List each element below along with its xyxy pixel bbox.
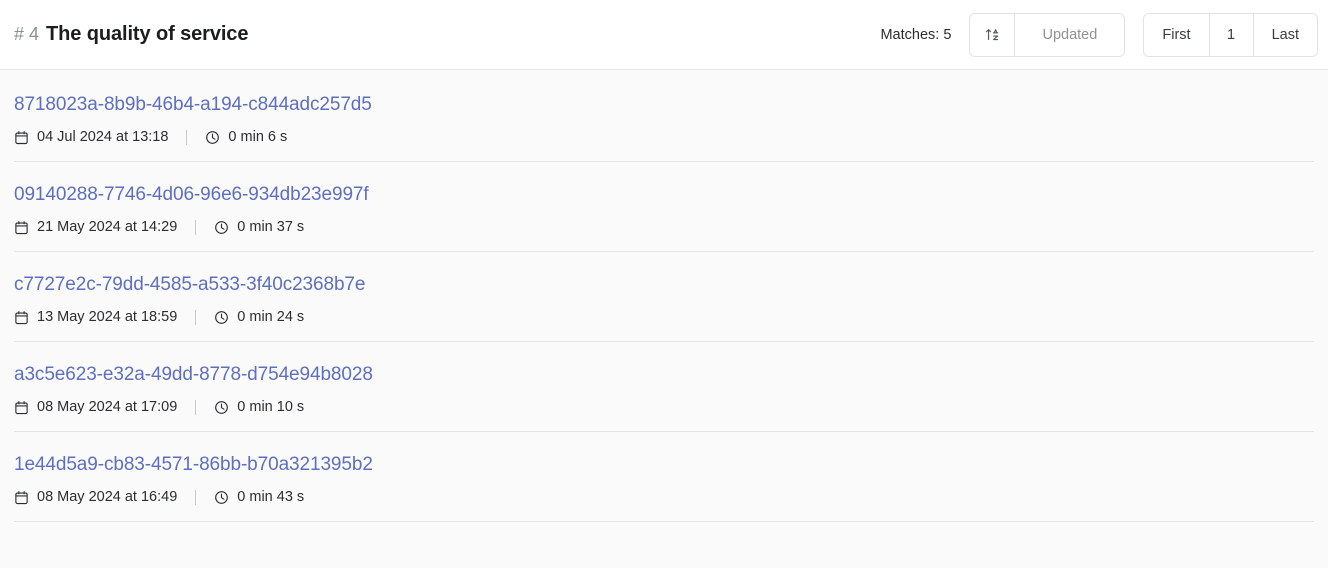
result-id-link[interactable]: 09140288-7746-4d06-96e6-934db23e997f [14, 184, 369, 206]
result-row: 09140288-7746-4d06-96e6-934db23e997f 21 … [14, 162, 1314, 252]
pagination-last-button[interactable]: Last [1252, 13, 1317, 56]
pagination-first-button[interactable]: First [1144, 13, 1209, 56]
result-duration: 0 min 24 s [214, 309, 304, 325]
result-duration: 0 min 43 s [214, 489, 304, 505]
clock-icon [214, 400, 229, 415]
clock-icon [214, 220, 229, 235]
result-date-text: 13 May 2024 at 18:59 [37, 309, 178, 325]
result-date-text: 08 May 2024 at 17:09 [37, 399, 178, 415]
result-row: c7727e2c-79dd-4585-a533-3f40c2368b7e 13 … [14, 252, 1314, 342]
result-duration-text: 0 min 6 s [228, 129, 288, 145]
meta-separator [195, 489, 197, 505]
result-duration: 0 min 37 s [214, 219, 304, 235]
result-date-text: 04 Jul 2024 at 13:18 [37, 129, 169, 145]
result-duration-text: 0 min 10 s [237, 399, 305, 415]
calendar-icon [14, 490, 29, 505]
result-id-link[interactable]: c7727e2c-79dd-4585-a533-3f40c2368b7e [14, 274, 365, 296]
result-date-text: 08 May 2024 at 16:49 [37, 489, 178, 505]
sort-direction-button[interactable] [970, 13, 1015, 56]
result-date-text: 21 May 2024 at 14:29 [37, 219, 178, 235]
meta-separator [186, 129, 188, 145]
result-duration-text: 0 min 43 s [237, 489, 305, 505]
result-date: 08 May 2024 at 16:49 [14, 489, 177, 505]
result-date: 08 May 2024 at 17:09 [14, 399, 177, 415]
matches-count: Matches: 5 [880, 26, 952, 43]
result-date: 04 Jul 2024 at 13:18 [14, 129, 168, 145]
page-title-text: The quality of service [46, 23, 249, 45]
results-header-bar: # 4 The quality of service Matches: 5 Up… [0, 0, 1328, 70]
page-title-number: # 4 [14, 24, 40, 44]
meta-separator [195, 309, 197, 325]
results-list: 8718023a-8b9b-46b4-a194-c844adc257d5 04 … [0, 70, 1328, 522]
result-row: 1e44d5a9-cb83-4571-86bb-b70a321395b2 08 … [14, 432, 1314, 522]
result-id-link[interactable]: 1e44d5a9-cb83-4571-86bb-b70a321395b2 [14, 454, 373, 476]
sort-ascending-icon [985, 27, 1000, 42]
result-date: 13 May 2024 at 18:59 [14, 309, 177, 325]
result-meta: 08 May 2024 at 16:49 0 min 43 s [14, 489, 1314, 505]
page-title: # 4 The quality of service [14, 23, 880, 46]
clock-icon [205, 130, 220, 145]
meta-separator [195, 399, 197, 415]
sort-control-group: Updated [969, 12, 1126, 57]
calendar-icon [14, 130, 29, 145]
result-duration: 0 min 6 s [205, 129, 287, 145]
calendar-icon [14, 400, 29, 415]
result-meta: 13 May 2024 at 18:59 0 min 24 s [14, 309, 1314, 325]
result-duration: 0 min 10 s [214, 399, 304, 415]
meta-separator [195, 219, 197, 235]
result-date: 21 May 2024 at 14:29 [14, 219, 177, 235]
header-controls: Matches: 5 Updated First 1 Last [880, 12, 1318, 57]
result-meta: 08 May 2024 at 17:09 0 min 10 s [14, 399, 1314, 415]
clock-icon [214, 490, 229, 505]
pagination-group: First 1 Last [1143, 12, 1318, 57]
result-row: a3c5e623-e32a-49dd-8778-d754e94b8028 08 … [14, 342, 1314, 432]
result-meta: 04 Jul 2024 at 13:18 0 min 6 s [14, 129, 1314, 145]
result-meta: 21 May 2024 at 14:29 0 min 37 s [14, 219, 1314, 235]
result-id-link[interactable]: a3c5e623-e32a-49dd-8778-d754e94b8028 [14, 364, 373, 386]
result-duration-text: 0 min 24 s [237, 309, 305, 325]
sort-field-button[interactable]: Updated [1014, 13, 1125, 56]
result-row: 8718023a-8b9b-46b4-a194-c844adc257d5 04 … [14, 70, 1314, 162]
result-duration-text: 0 min 37 s [237, 219, 305, 235]
calendar-icon [14, 310, 29, 325]
clock-icon [214, 310, 229, 325]
calendar-icon [14, 220, 29, 235]
pagination-current-page[interactable]: 1 [1208, 13, 1253, 56]
result-id-link[interactable]: 8718023a-8b9b-46b4-a194-c844adc257d5 [14, 94, 372, 116]
